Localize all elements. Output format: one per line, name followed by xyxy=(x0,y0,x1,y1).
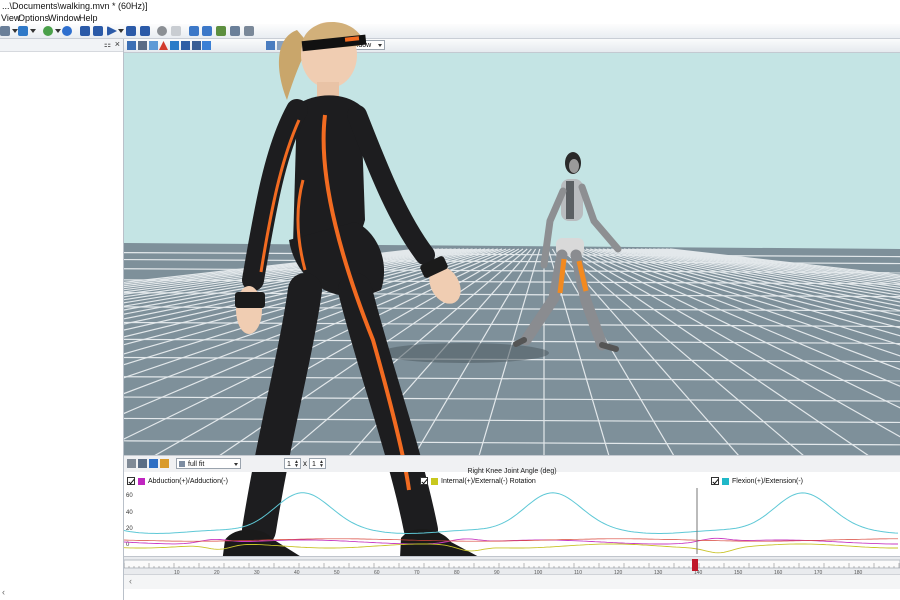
calibrate-icon[interactable] xyxy=(202,26,212,36)
link-icon[interactable] xyxy=(127,459,136,468)
record-icon[interactable] xyxy=(157,26,167,36)
viewport-toolbar: 1 window xyxy=(124,39,900,53)
bar-chart-icon[interactable] xyxy=(160,459,169,468)
3d-scene xyxy=(124,53,900,455)
refresh-icon[interactable] xyxy=(62,26,72,36)
menu-window[interactable]: Window xyxy=(48,13,80,23)
redo-icon[interactable] xyxy=(0,26,10,36)
step-forward-icon[interactable] xyxy=(126,26,136,36)
avatar-shadow xyxy=(379,343,549,363)
light-icon[interactable] xyxy=(287,41,296,50)
skip-start-icon[interactable] xyxy=(80,26,90,36)
marker-icon[interactable] xyxy=(159,41,168,50)
export-icon[interactable] xyxy=(230,26,240,36)
orbit-icon[interactable] xyxy=(277,41,286,50)
chart-view-icon[interactable] xyxy=(149,459,158,468)
chevron-down-icon[interactable] xyxy=(30,29,36,33)
close-icon[interactable]: × xyxy=(115,39,120,49)
series-swatch xyxy=(431,477,438,485)
settings-icon[interactable] xyxy=(18,26,28,36)
joint-angle-graph[interactable]: 60 40 20 0 xyxy=(123,488,900,554)
checkbox[interactable] xyxy=(420,477,428,486)
window-icon xyxy=(334,43,340,48)
menu-options[interactable]: Options xyxy=(18,13,49,23)
grid-view-icon[interactable] xyxy=(127,41,136,50)
chevron-down-icon[interactable] xyxy=(55,29,61,33)
left-dock-panel: ⚏ × ‹ xyxy=(0,39,124,600)
y-tick-label: 0 xyxy=(126,542,130,548)
main-toolbar xyxy=(0,24,900,39)
graph-canvas: 6040200 xyxy=(123,488,899,554)
spinner-separator: x xyxy=(303,459,307,468)
edit-icon[interactable] xyxy=(216,26,226,36)
spinner-arrows-icon: ▲ ▼ xyxy=(294,459,299,469)
flexion-series-line xyxy=(123,492,899,535)
reset-icon[interactable] xyxy=(43,26,53,36)
zoom-icon[interactable] xyxy=(266,41,275,50)
series-swatch xyxy=(138,477,145,485)
character-icon[interactable] xyxy=(189,26,199,36)
pin-icon[interactable]: ⚏ xyxy=(104,40,111,49)
legend-flexion[interactable]: Flexion(+)/Extension(-) xyxy=(711,477,803,487)
y-tick-label: 60 xyxy=(126,493,133,499)
playhead-marker[interactable] xyxy=(692,559,698,571)
checkbox[interactable] xyxy=(711,477,719,486)
timeline-ruler[interactable]: 10 20 30 40 50 60 70 80 90 100 110 120 130 140 150 160 1… xyxy=(123,556,900,576)
checkbox[interactable] xyxy=(127,477,135,486)
chevron-down-icon xyxy=(378,44,382,47)
graph-title: Right Knee Joint Angle (deg) xyxy=(467,468,557,475)
chevron-down-icon xyxy=(234,463,238,466)
rotation-series-line xyxy=(123,543,898,554)
series-swatch xyxy=(722,477,729,485)
step-back-icon[interactable] xyxy=(93,26,103,36)
filter-icon[interactable] xyxy=(202,41,211,50)
scroll-left-icon[interactable]: ‹ xyxy=(2,587,5,597)
3d-viewport[interactable] xyxy=(124,53,900,455)
spinner-arrows-icon: ▲ ▼ xyxy=(319,459,324,469)
grid-icon[interactable] xyxy=(138,41,147,50)
play-icon[interactable] xyxy=(107,26,117,36)
window-layout-select[interactable]: 1 window xyxy=(331,40,385,50)
skeleton-icon[interactable] xyxy=(192,41,201,50)
horizontal-scrollbar[interactable]: ‹ xyxy=(124,574,900,589)
floor-icon[interactable] xyxy=(149,41,158,50)
figure-icon[interactable] xyxy=(181,41,190,50)
skip-end-icon[interactable] xyxy=(140,26,150,36)
scroll-left-icon[interactable]: ‹ xyxy=(129,576,132,586)
menu-help[interactable]: Help xyxy=(79,13,98,23)
legend-abduction[interactable]: Abduction(+)/Adduction(-) xyxy=(127,477,228,487)
y-axis-labels: 6040200 xyxy=(126,493,133,548)
camera-icon[interactable] xyxy=(170,41,179,50)
tag-icon[interactable] xyxy=(171,26,181,36)
tools-icon[interactable] xyxy=(244,26,254,36)
window-title: ...\Documents\walking.mvn * (60Hz)] xyxy=(2,1,148,11)
timeline-ticks: 10 20 30 40 50 60 70 80 90 100 110 120 130 140 150 160 1… xyxy=(123,559,900,576)
fit-icon xyxy=(179,461,185,467)
move-icon[interactable] xyxy=(138,459,147,468)
graph-legend: Abduction(+)/Adduction(-) Internal(+)/Ex… xyxy=(124,476,900,488)
panel-header: ⚏ × xyxy=(0,39,123,52)
title-bar: ...\Documents\walking.mvn * (60Hz)] xyxy=(0,0,900,12)
legend-rotation[interactable]: Internal(+)/External(-) Rotation xyxy=(420,477,536,487)
chevron-down-icon[interactable] xyxy=(118,29,124,33)
menu-bar: View Options Window Help xyxy=(0,12,900,24)
y-tick-label: 40 xyxy=(126,510,133,516)
